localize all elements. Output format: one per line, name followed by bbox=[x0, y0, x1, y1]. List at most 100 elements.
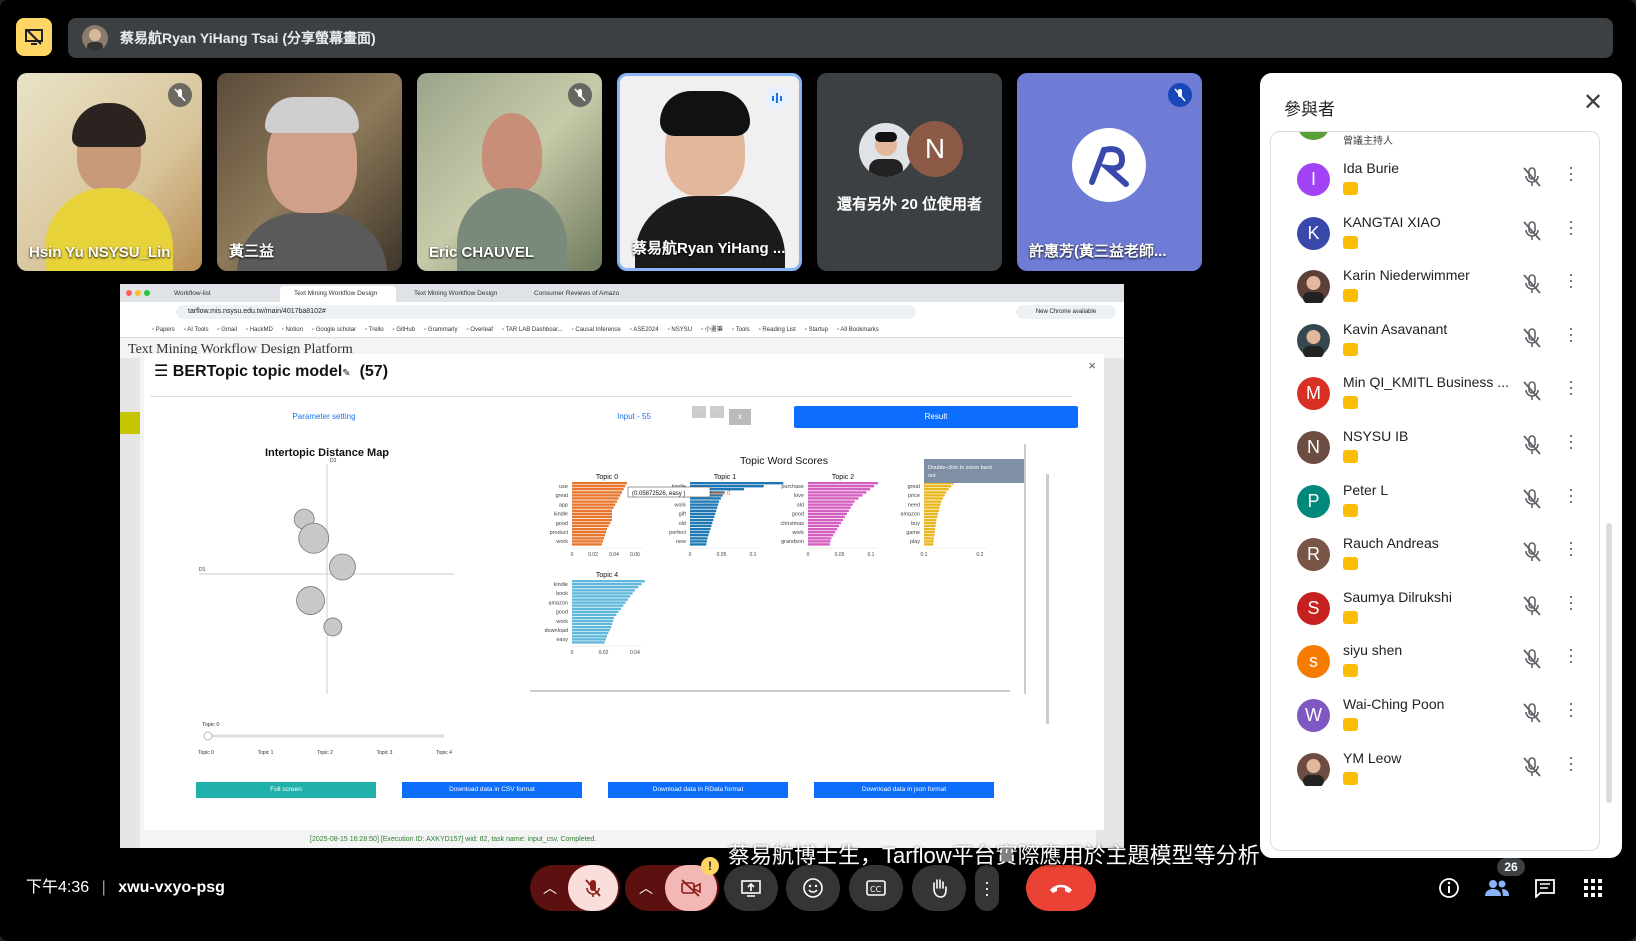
video-tile-4-speaking[interactable]: 蔡易航Ryan YiHang ... bbox=[617, 73, 802, 271]
participant-row[interactable]: N NSYSU IB · · · bbox=[1271, 418, 1599, 474]
bookmark-item[interactable]: ▫ Gmail bbox=[218, 327, 237, 333]
bookmark-item[interactable]: ▫ HackMD bbox=[246, 327, 273, 333]
participant-row[interactable]: YM Leow · · · bbox=[1271, 740, 1599, 796]
bookmark-item[interactable]: ▫ ASE2024 bbox=[630, 327, 659, 333]
participant-more-icon[interactable]: · · · bbox=[1567, 587, 1575, 617]
participant-list[interactable]: 曾議主持人 I Ida Burie · · · K KANGTAI XIAO · · · Karin… bbox=[1270, 131, 1600, 851]
tab-result[interactable]: Result bbox=[794, 406, 1078, 428]
participant-mic-off-icon[interactable] bbox=[1521, 702, 1543, 724]
download-csv-button[interactable]: Download data in CSV format bbox=[402, 782, 582, 798]
participant-row[interactable]: P Peter L · · · bbox=[1271, 472, 1599, 528]
next-arrow-icon[interactable]: → bbox=[710, 406, 724, 418]
close-panel-icon[interactable]: ✕ bbox=[1580, 91, 1606, 117]
browser-tab-active[interactable]: Text Mining Workflow Design bbox=[280, 286, 396, 302]
participant-more-icon[interactable]: · · · bbox=[1567, 265, 1575, 295]
participant-more-icon[interactable]: · · · bbox=[1567, 640, 1575, 670]
result-charts[interactable]: Intertopic Distance Map D1 D2 Topic 0 Topic … bbox=[144, 434, 1104, 774]
captions-button[interactable]: CC bbox=[849, 865, 903, 911]
download-rdata-button[interactable]: Download data in RData format bbox=[608, 782, 788, 798]
camera-off-button[interactable]: ! bbox=[665, 857, 719, 911]
emoji-button[interactable] bbox=[786, 865, 840, 911]
bookmark-item[interactable]: ▫ All Bookmarks bbox=[837, 327, 879, 333]
chat-icon[interactable] bbox=[1532, 876, 1558, 900]
video-tile-3[interactable]: Eric CHAUVEL bbox=[417, 73, 602, 271]
participant-more-icon[interactable]: · · · bbox=[1567, 694, 1575, 724]
meeting-details-icon[interactable] bbox=[1436, 876, 1462, 900]
participant-more-icon[interactable]: · · · bbox=[1567, 533, 1575, 563]
camera-options-chevron-icon[interactable]: ︿ bbox=[627, 878, 665, 898]
leave-call-button[interactable] bbox=[1026, 865, 1096, 911]
panel-scrollbar[interactable] bbox=[1606, 523, 1612, 803]
participant-more-icon[interactable]: · · · bbox=[1567, 480, 1575, 510]
edit-icon[interactable]: ✎ bbox=[342, 368, 350, 379]
participant-mic-off-icon[interactable] bbox=[1521, 595, 1543, 617]
participant-row[interactable]: Karin Niederwimmer · · · bbox=[1271, 257, 1599, 313]
bookmark-item[interactable]: ▫ Trello bbox=[365, 327, 383, 333]
video-tile-6[interactable]: 許惠芳(黃三益老師... bbox=[1017, 73, 1202, 271]
participant-mic-off-icon[interactable] bbox=[1521, 434, 1543, 456]
video-tile-2[interactable]: 黃三益 bbox=[217, 73, 402, 271]
bookmark-item[interactable]: ▫ Grammarly bbox=[424, 327, 457, 333]
participant-mic-off-icon[interactable] bbox=[1521, 273, 1543, 295]
modal-close-icon[interactable]: × bbox=[1088, 358, 1096, 373]
participant-row[interactable]: K KANGTAI XIAO · · · bbox=[1271, 204, 1599, 260]
participant-more-icon[interactable]: · · · bbox=[1567, 748, 1575, 778]
dismiss-icon[interactable]: x bbox=[729, 409, 751, 425]
bookmark-item[interactable]: ▫ TAR LAB Dashboar... bbox=[502, 327, 563, 333]
download-json-button[interactable]: Download data in json format bbox=[814, 782, 994, 798]
url-field[interactable]: tarflow.mis.nsysu.edu.tw/main/4017ba8102… bbox=[176, 305, 916, 319]
participant-row[interactable]: W Wai-Ching Poon · · · bbox=[1271, 686, 1599, 742]
participant-row[interactable]: I Ida Burie · · · bbox=[1271, 150, 1599, 206]
toolbar-highlight[interactable] bbox=[120, 412, 140, 434]
participant-mic-off-icon[interactable] bbox=[1521, 488, 1543, 510]
chrome-update-notice[interactable]: New Chrome available bbox=[1016, 305, 1116, 319]
bookmark-item[interactable]: ▫ NSYSU bbox=[668, 327, 692, 333]
participant-row[interactable]: R Rauch Andreas · · · bbox=[1271, 525, 1599, 581]
bookmark-item[interactable]: ▫ Startup bbox=[805, 327, 828, 333]
bookmark-item[interactable]: ▫ GitHub bbox=[393, 327, 415, 333]
participant-mic-off-icon[interactable] bbox=[1521, 756, 1543, 778]
address-bar[interactable]: tarflow.mis.nsysu.edu.tw/main/4017ba8102… bbox=[120, 302, 1124, 322]
prev-arrow-icon[interactable]: ← bbox=[692, 406, 706, 418]
participant-more-icon[interactable]: · · · bbox=[1567, 372, 1575, 402]
participant-more-icon[interactable]: · · · bbox=[1567, 158, 1575, 188]
bookmark-item[interactable]: ▫ Notion bbox=[282, 327, 303, 333]
browser-tab[interactable]: Consumer Reviews of Amazo bbox=[520, 286, 636, 302]
people-icon[interactable] bbox=[1484, 876, 1510, 900]
participant-mic-off-icon[interactable] bbox=[1521, 541, 1543, 563]
full-screen-button[interactable]: Full screen bbox=[196, 782, 376, 798]
present-screen-button[interactable] bbox=[724, 865, 778, 911]
participant-mic-off-icon[interactable] bbox=[1521, 327, 1543, 349]
bookmark-item[interactable]: ▫ Papers bbox=[152, 327, 175, 333]
presentation-icon[interactable] bbox=[16, 18, 52, 56]
browser-tab[interactable]: Text Mining Workflow Design bbox=[400, 286, 516, 302]
participant-row[interactable]: Kavin Asavanant · · · bbox=[1271, 311, 1599, 367]
participant-more-icon[interactable]: · · · bbox=[1567, 426, 1575, 456]
participant-more-icon[interactable]: · · · bbox=[1567, 319, 1575, 349]
participant-row[interactable]: M Min QI_KMITL Business ... · · · bbox=[1271, 364, 1599, 420]
participant-mic-off-icon[interactable] bbox=[1521, 166, 1543, 188]
video-tile-1[interactable]: Hsin Yu NSYSU_Lin bbox=[17, 73, 202, 271]
activities-grid-icon[interactable] bbox=[1580, 876, 1606, 900]
participant-row[interactable]: S Saumya Dilrukshi · · · bbox=[1271, 579, 1599, 635]
video-tile-others[interactable]: N 還有另外 20 位使用者 bbox=[817, 73, 1002, 271]
mic-options-chevron-icon[interactable]: ︿ bbox=[532, 878, 568, 898]
mic-off-button[interactable] bbox=[568, 865, 618, 911]
bookmark-item[interactable]: ▫ Causal Inference bbox=[572, 327, 621, 333]
participant-mic-off-icon[interactable] bbox=[1521, 648, 1543, 670]
bookmark-item[interactable]: ▫ 小畫筆 bbox=[701, 327, 723, 333]
participant-mic-off-icon[interactable] bbox=[1521, 220, 1543, 242]
tab-parameter-setting[interactable]: Parameter setting bbox=[174, 406, 474, 428]
participant-mic-off-icon[interactable] bbox=[1521, 380, 1543, 402]
participant-row[interactable]: s siyu shen · · · bbox=[1271, 632, 1599, 688]
participant-more-icon[interactable]: · · · bbox=[1567, 212, 1575, 242]
bookmark-item[interactable]: ▫ AI Tools bbox=[184, 327, 209, 333]
bookmark-item[interactable]: ▫ Tools bbox=[732, 327, 750, 333]
raise-hand-button[interactable] bbox=[912, 865, 966, 911]
bookmark-list[interactable]: ▫ Papers ▫ AI Tools ▫ Gmail ▫ HackMD ▫ Notio… bbox=[152, 327, 888, 333]
bookmark-item[interactable]: ▫ Google scholar bbox=[312, 327, 356, 333]
bookmark-item[interactable]: ▫ Overleaf bbox=[466, 327, 492, 333]
bookmark-item[interactable]: ▫ Reading List bbox=[759, 327, 796, 333]
browser-tab[interactable]: Workflow-list bbox=[160, 286, 276, 302]
more-options-icon[interactable]: · · · bbox=[975, 865, 999, 911]
